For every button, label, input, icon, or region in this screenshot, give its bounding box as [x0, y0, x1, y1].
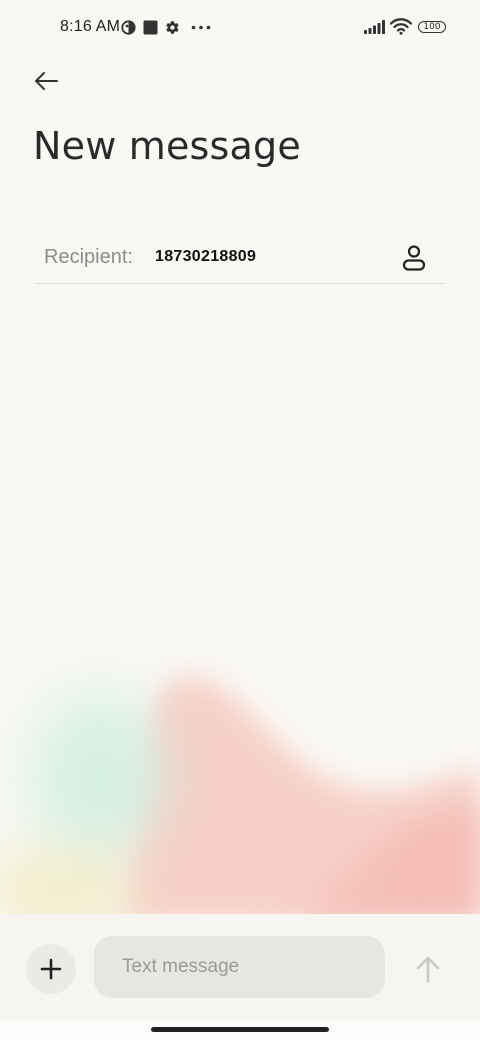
back-button[interactable]	[30, 66, 62, 96]
status-bar: 8:16 AM 100	[0, 0, 480, 56]
home-indicator[interactable]	[151, 1027, 329, 1032]
arrow-left-icon	[35, 72, 58, 90]
status-time: 8:16 AM	[60, 18, 121, 35]
gear-icon	[166, 21, 179, 34]
battery-level: 100	[423, 22, 441, 32]
recipient-label: Recipient:	[44, 246, 133, 268]
person-icon	[402, 245, 426, 271]
vpn-half-circle-icon	[121, 20, 136, 35]
gesture-nav-area	[0, 1020, 480, 1040]
pick-contact-button[interactable]	[398, 242, 430, 274]
plus-icon	[40, 958, 62, 980]
battery-icon: 100	[418, 21, 446, 33]
square-notification-icon	[143, 20, 158, 35]
add-attachment-button[interactable]	[26, 944, 76, 994]
text-message-input[interactable]	[94, 936, 385, 998]
arrow-up-icon	[416, 956, 440, 983]
recipient-value[interactable]: 18730218809	[155, 248, 256, 266]
decorative-gradient-background	[0, 676, 480, 920]
new-message-screen: 8:16 AM 100 New message Recipient: 18730…	[0, 0, 480, 1040]
compose-bar	[0, 914, 480, 1020]
signal-icon	[364, 20, 385, 34]
recipient-field[interactable]: Recipient: 18730218809	[36, 232, 444, 284]
send-button[interactable]	[410, 952, 446, 986]
page-title: New message	[33, 124, 301, 168]
wifi-icon	[390, 18, 412, 35]
more-dots-icon	[191, 25, 211, 30]
